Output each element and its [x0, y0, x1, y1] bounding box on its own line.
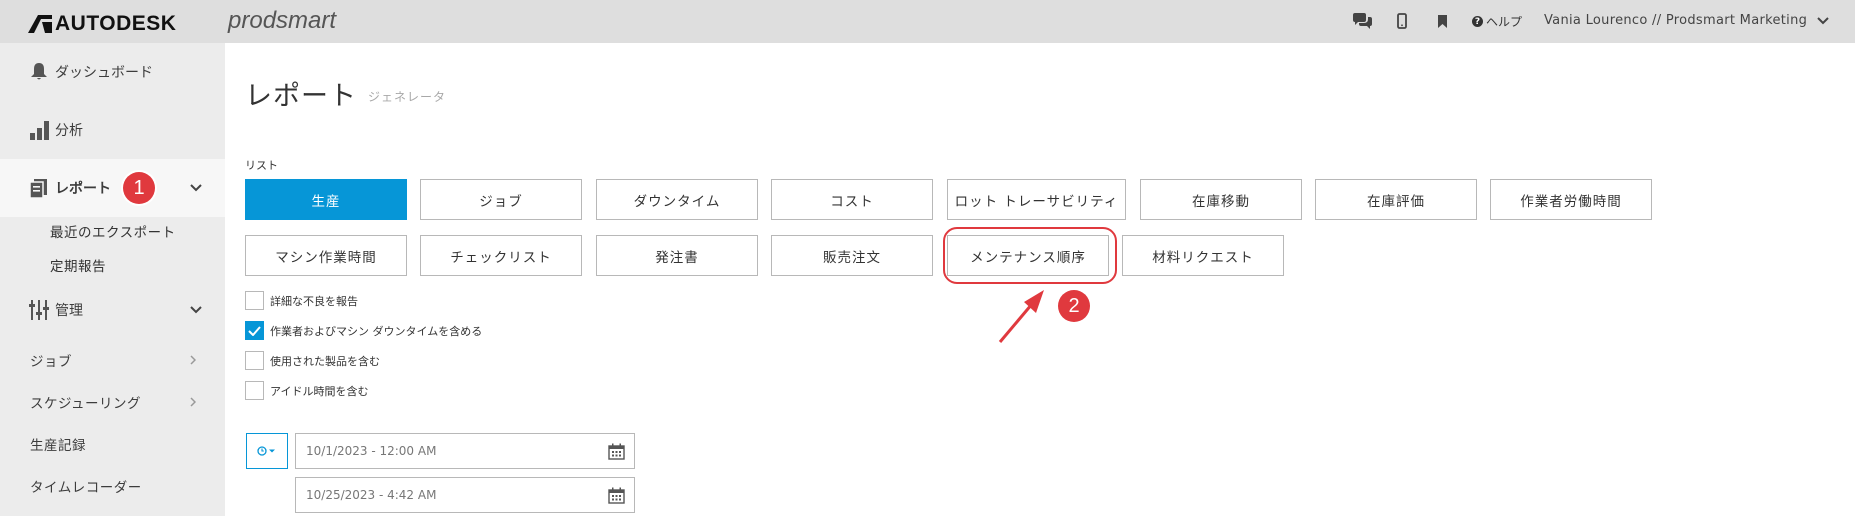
- chevron-right-icon: [190, 355, 196, 365]
- page-title: レポート: [245, 81, 357, 112]
- sidebar-item-scheduling[interactable]: スケジューリング: [30, 392, 141, 412]
- checkbox[interactable]: [245, 321, 264, 340]
- option-label: 使用された製品を含む: [270, 354, 380, 368]
- sidebar-item-reports[interactable]: レポート 1: [0, 159, 225, 217]
- chevron-right-icon: [190, 397, 196, 407]
- autodesk-logo[interactable]: AUTODESK: [28, 12, 176, 36]
- sidebar-item-label: 分析: [55, 123, 83, 139]
- report-button-jobs[interactable]: ジョブ: [420, 179, 582, 220]
- option-include-idle-time[interactable]: アイドル時間を含む: [245, 381, 368, 400]
- checkbox[interactable]: [245, 291, 264, 310]
- sidebar-item-label: レポート: [55, 181, 111, 197]
- report-button-worker-labor-time[interactable]: 作業者労働時間: [1490, 179, 1652, 220]
- time-preset-dropdown[interactable]: [246, 433, 288, 469]
- list-label: リスト: [245, 159, 278, 172]
- brand-name: AUTODESK: [55, 12, 177, 35]
- sidebar-subitem-recent-exports[interactable]: 最近のエクスポート: [50, 221, 176, 241]
- chat-icon[interactable]: [1352, 10, 1373, 32]
- sliders-icon: [29, 300, 49, 320]
- bell-icon: [31, 63, 47, 80]
- end-date-value: 10/25/2023 - 4:42 AM: [306, 488, 437, 502]
- annotation-badge: 2: [1058, 290, 1090, 322]
- report-button-material-request[interactable]: 材料リクエスト: [1122, 235, 1284, 276]
- top-bar: AUTODESK prodsmart ? ヘルプ Vania Lourenco …: [0, 0, 1855, 43]
- sidebar-item-dashboard[interactable]: ダッシュボード: [0, 43, 225, 101]
- report-button-lot-traceability[interactable]: ロット トレーサビリティ: [947, 179, 1126, 220]
- option-include-used-products[interactable]: 使用された製品を含む: [245, 351, 380, 370]
- checkbox[interactable]: [245, 381, 264, 400]
- report-button-downtime[interactable]: ダウンタイム: [596, 179, 758, 220]
- calendar-icon[interactable]: [608, 487, 625, 504]
- report-button-sales-order[interactable]: 販売注文: [771, 235, 933, 276]
- user-menu[interactable]: Vania Lourenco // Prodsmart Marketing: [1544, 13, 1829, 28]
- sidebar-item-label: ダッシュボード: [55, 65, 153, 81]
- start-date-input[interactable]: 10/1/2023 - 12:00 AM: [295, 433, 635, 469]
- annotation-highlight: [943, 227, 1117, 284]
- mobile-icon[interactable]: [1397, 10, 1407, 32]
- end-date-input[interactable]: 10/25/2023 - 4:42 AM: [295, 477, 635, 513]
- sidebar-item-management[interactable]: 管理: [0, 285, 225, 335]
- calendar-icon[interactable]: [608, 443, 625, 460]
- option-label: 作業者およびマシン ダウンタイムを含める: [270, 324, 483, 338]
- annotation-badge: 1: [123, 172, 155, 204]
- bar-chart-icon: [30, 121, 49, 140]
- check-icon: [248, 325, 261, 336]
- clock-icon: [257, 446, 275, 456]
- report-button-production[interactable]: 生産: [245, 179, 407, 220]
- page-subtitle: ジェネレータ: [368, 90, 447, 104]
- report-button-stock-movement[interactable]: 在庫移動: [1140, 179, 1302, 220]
- chevron-down-icon: [1817, 16, 1829, 24]
- sidebar-subitem-scheduled-reports[interactable]: 定期報告: [50, 255, 106, 275]
- report-icon: [29, 179, 47, 198]
- report-button-purchase-order[interactable]: 発注書: [596, 235, 758, 276]
- chevron-down-icon: [190, 306, 202, 314]
- sidebar-item-time-recorder[interactable]: タイムレコーダー: [30, 476, 142, 496]
- user-label: Vania Lourenco // Prodsmart Marketing: [1544, 13, 1808, 28]
- start-date-value: 10/1/2023 - 12:00 AM: [306, 444, 437, 458]
- checkbox[interactable]: [245, 351, 264, 370]
- option-label: アイドル時間を含む: [270, 384, 369, 398]
- sidebar-item-label: 管理: [55, 303, 83, 319]
- option-include-downtime[interactable]: 作業者およびマシン ダウンタイムを含める: [245, 321, 482, 340]
- report-button-stock-valuation[interactable]: 在庫評価: [1315, 179, 1477, 220]
- bookmark-icon[interactable]: [1437, 10, 1448, 32]
- option-label: 詳細な不良を報告: [270, 294, 358, 308]
- sidebar-item-analysis[interactable]: 分析: [0, 101, 225, 159]
- help-label: ヘルプ: [1486, 15, 1523, 29]
- product-name[interactable]: prodsmart: [228, 7, 336, 35]
- report-button-checklist[interactable]: チェックリスト: [420, 235, 582, 276]
- annotation-arrow-icon: [998, 290, 1044, 343]
- option-detailed-defects[interactable]: 詳細な不良を報告: [245, 291, 358, 310]
- help-link[interactable]: ? ヘルプ: [1472, 13, 1522, 30]
- sidebar-item-jobs[interactable]: ジョブ: [30, 350, 72, 370]
- sidebar-item-production-records[interactable]: 生産記録: [30, 434, 86, 454]
- report-button-cost[interactable]: コスト: [771, 179, 933, 220]
- autodesk-logo-icon: [28, 15, 52, 33]
- report-button-machine-work-time[interactable]: マシン作業時間: [245, 235, 407, 276]
- help-icon: ?: [1472, 16, 1483, 27]
- chevron-down-icon: [190, 184, 202, 192]
- sidebar: ダッシュボード 分析 レポート 1 最近のエクスポート 定期報告 管理 ジョブ …: [0, 43, 225, 516]
